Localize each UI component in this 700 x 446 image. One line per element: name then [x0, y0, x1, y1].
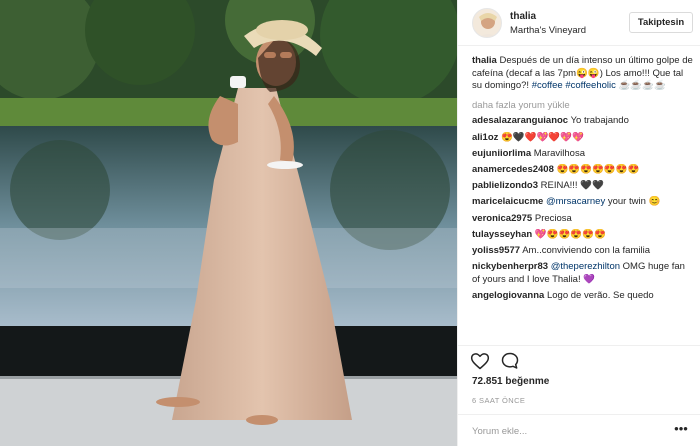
comment-item: veronica2975 Preciosa — [472, 213, 694, 226]
comment-username[interactable]: tulaysseyhan — [472, 229, 532, 240]
caption-emoji: ☕☕☕☕ — [618, 80, 666, 92]
comment-text: 😍😍😍😍😍😍😍 — [556, 163, 640, 175]
comment-text: 😍🖤❤️💖❤️💖💖 — [501, 131, 584, 143]
comment-item: anamercedes2408 😍😍😍😍😍😍😍 — [472, 164, 694, 177]
comment-text: Am..conviviendo con la familia — [522, 244, 650, 256]
comment-item: pablielizondo3 REINA!!! 🖤🖤 — [472, 180, 694, 193]
post-caption: thalia Después de un día intenso un últi… — [472, 55, 694, 93]
comment-text: Preciosa — [534, 212, 572, 224]
comment-item: nickybenherpr83 @theperezhilton OMG huge… — [472, 261, 694, 286]
comment-username[interactable]: nickybenherpr83 — [472, 261, 548, 272]
comment-text: your twin 😊 — [607, 196, 661, 208]
comment-item: tulaysseyhan 💖😍😍😍😍😍 — [472, 229, 694, 242]
comments-list[interactable]: thalia Después de un día intenso un últi… — [472, 55, 694, 345]
post-photo[interactable] — [0, 0, 457, 446]
author-username[interactable]: thalia — [510, 11, 536, 22]
comment-item: maricelaicucme @mrsacarney your twin 😊 — [472, 196, 694, 209]
heart-icon[interactable] — [470, 351, 490, 371]
photo-illustration — [0, 0, 457, 446]
post-timestamp[interactable]: 6 SAAT ÖNCE — [472, 396, 525, 405]
more-options-icon[interactable]: ••• — [671, 422, 691, 439]
post-side-panel: thalia Martha's Vineyard Takiptesin thal… — [457, 0, 700, 446]
comment-text: Logo de verão. Se quedo — [546, 289, 654, 301]
hashtag-link[interactable]: #coffeeholic — [565, 80, 616, 91]
comment-text: 💖😍😍😍😍😍 — [534, 228, 606, 240]
post-location[interactable]: Martha's Vineyard — [510, 25, 586, 36]
comment-username[interactable]: yoliss9577 — [472, 245, 520, 256]
mention-link[interactable]: @theperezhilton — [551, 261, 620, 272]
comment-text: Maravilhosa — [533, 147, 585, 159]
comment-item: ali1oz 😍🖤❤️💖❤️💖💖 — [472, 132, 694, 145]
post-header: thalia Martha's Vineyard Takiptesin — [458, 0, 700, 46]
caption-username[interactable]: thalia — [472, 55, 497, 66]
comment-username[interactable]: pablielizondo3 — [472, 180, 538, 191]
mention-link[interactable]: @mrsacarney — [546, 196, 605, 207]
comment-username[interactable]: angelogiovanna — [472, 290, 544, 301]
comment-text: Yo trabajando — [570, 115, 629, 127]
add-comment-bar: ••• — [458, 414, 700, 446]
comment-username[interactable]: eujuniiorlima — [472, 148, 531, 159]
post-actions — [458, 345, 700, 375]
comment-username[interactable]: maricelaicucme — [472, 196, 543, 207]
comment-item: eujuniiorlima Maravilhosa — [472, 148, 694, 161]
comment-username[interactable]: ali1oz — [472, 132, 498, 143]
comment-item: yoliss9577 Am..conviviendo con la famili… — [472, 245, 694, 258]
comment-item: adesalazaranguianoc Yo trabajando — [472, 115, 694, 128]
likes-count[interactable]: 72.851 beğenme — [472, 376, 549, 387]
comment-input[interactable] — [472, 423, 662, 439]
following-button[interactable]: Takiptesin — [629, 12, 693, 33]
comment-text: REINA!!! 🖤🖤 — [540, 180, 604, 192]
comment-bubble-icon[interactable] — [500, 351, 520, 371]
comment-username[interactable]: veronica2975 — [472, 213, 532, 224]
load-more-comments-link[interactable]: daha fazla yorum yükle — [472, 100, 694, 113]
comment-item: angelogiovanna Logo de verão. Se quedo — [472, 290, 694, 303]
hashtag-link[interactable]: #coffee — [532, 80, 563, 91]
comment-username[interactable]: anamercedes2408 — [472, 164, 554, 175]
avatar[interactable] — [472, 8, 502, 38]
comment-username[interactable]: adesalazaranguianoc — [472, 115, 568, 126]
